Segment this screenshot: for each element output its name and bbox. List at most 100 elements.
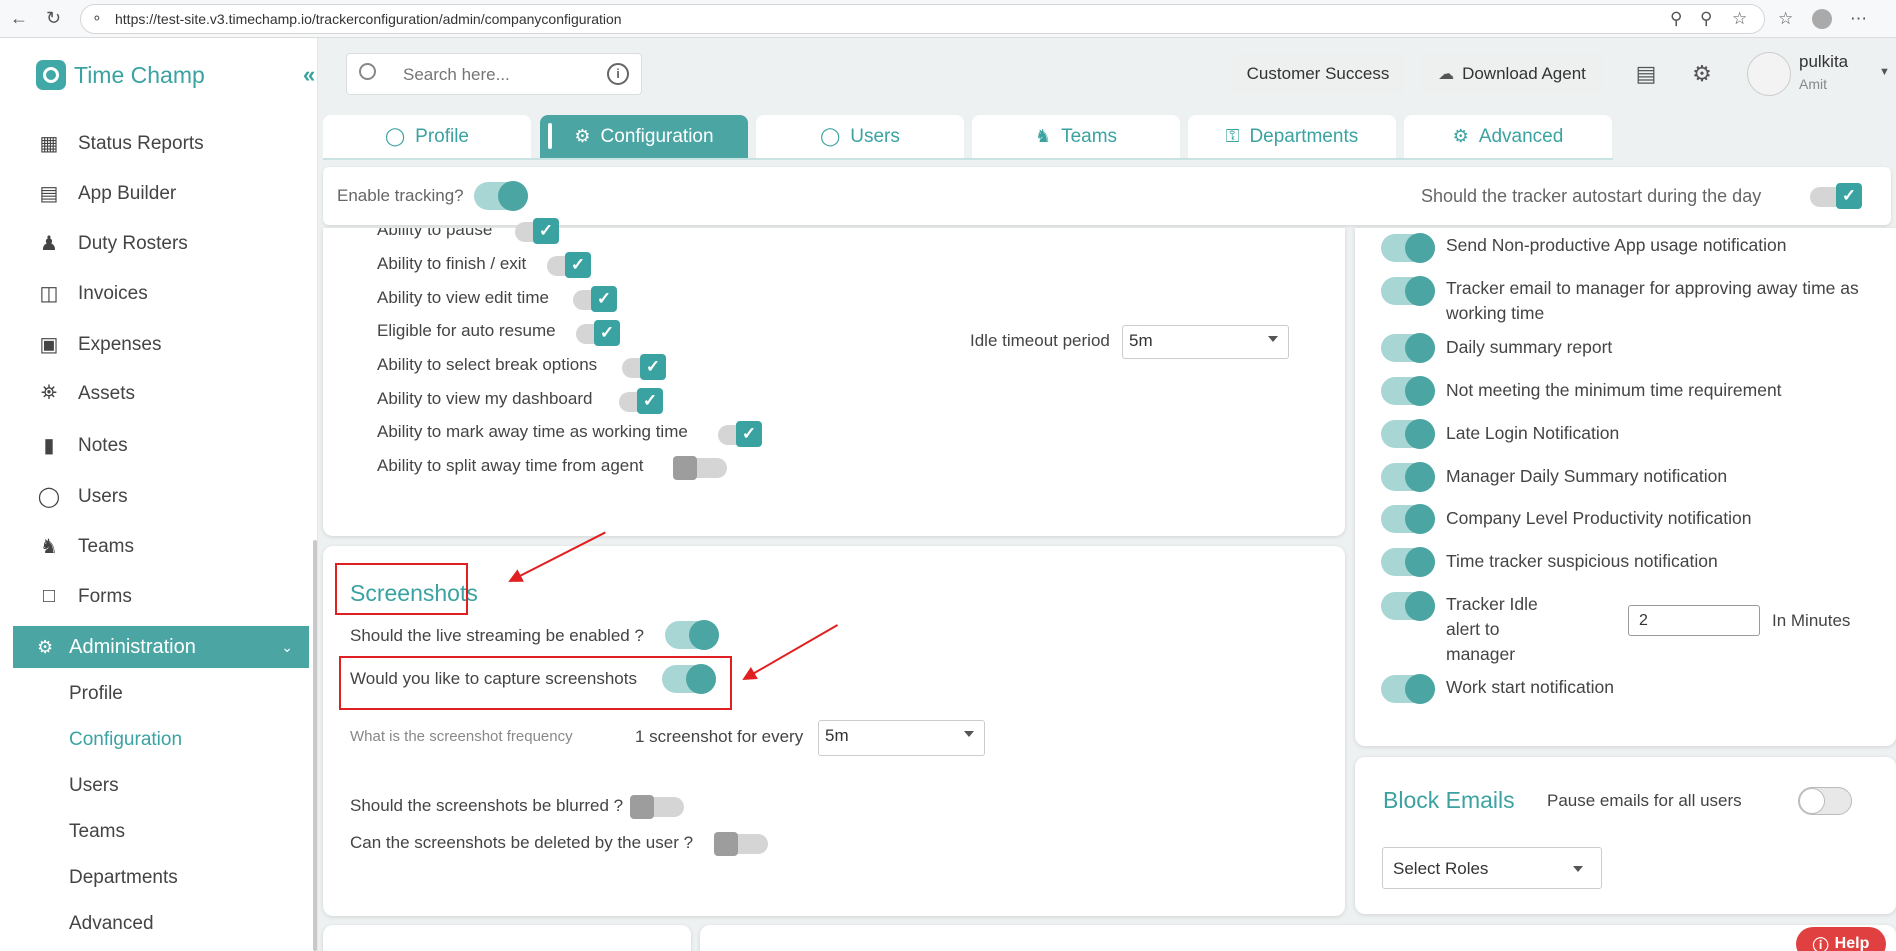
ability-auto-resume-toggle[interactable]: ✓ — [576, 320, 620, 346]
sidebar-item-invoices[interactable]: ◫ Invoices — [36, 281, 148, 306]
settings-icon[interactable]: ⚙ — [1686, 58, 1718, 90]
select-roles-dropdown[interactable]: Select Roles — [1382, 847, 1602, 889]
sidebar-subitem-teams[interactable]: Teams — [69, 821, 125, 843]
autostart-toggle[interactable]: ✓ — [1810, 183, 1862, 209]
sidebar-subitem-users[interactable]: Users — [69, 775, 119, 797]
notification-toggle[interactable] — [1381, 591, 1435, 621]
notification-toggle[interactable] — [1381, 547, 1435, 577]
block-emails-card: Block Emails Pause emails for all users … — [1355, 757, 1896, 914]
star-icon[interactable]: ☆ — [1732, 9, 1747, 29]
tab-profile[interactable]: ◯ Profile — [323, 115, 531, 158]
reload-icon[interactable]: ↻ — [46, 8, 61, 29]
sidebar-subitem-configuration[interactable]: Configuration — [69, 729, 182, 751]
sidebar-item-label: Status Reports — [78, 132, 204, 154]
sidebar-item-notes[interactable]: ▮ Notes — [36, 433, 128, 458]
search-box[interactable]: i — [346, 53, 642, 95]
abilities-card: Ability to pause ✓ Ability to finish / e… — [323, 218, 1345, 536]
key-icon[interactable]: ⚲ — [1670, 9, 1682, 29]
notification-toggle[interactable] — [1381, 376, 1435, 406]
tab-users[interactable]: ◯ Users — [756, 115, 964, 158]
notification-toggle[interactable] — [1381, 276, 1435, 306]
sidebar-subitem-profile[interactable]: Profile — [69, 683, 123, 705]
tab-configuration[interactable]: ⚙ Configuration — [540, 115, 748, 158]
teams-icon: ♞ — [1034, 126, 1052, 146]
sidebar-scrollbar[interactable] — [313, 540, 317, 951]
ability-row: Ability to split away time from agent — [377, 456, 643, 476]
idle-timeout-label: Idle timeout period — [970, 331, 1110, 350]
pause-emails-toggle[interactable] — [1798, 787, 1852, 815]
favorites-icon[interactable]: ☆ — [1778, 9, 1793, 29]
sidebar-item-status-reports[interactable]: ▦ Status Reports — [36, 131, 204, 156]
download-agent-button[interactable]: ☁ Download Agent — [1421, 54, 1603, 94]
document-icon[interactable]: ▤ — [1630, 58, 1662, 90]
help-button[interactable]: ⓘ Help — [1796, 927, 1886, 951]
duty-roster-icon: ♟ — [40, 233, 58, 255]
sidebar-item-assets[interactable]: ⛯ Assets — [36, 382, 135, 405]
gear-icon: ⚙ — [37, 636, 54, 657]
profile-avatar-icon[interactable] — [1812, 9, 1832, 29]
cloud-download-icon: ☁ — [1438, 66, 1455, 83]
notification-toggle[interactable] — [1381, 462, 1435, 492]
notification-toggle[interactable] — [1381, 419, 1435, 449]
ability-split-away-toggle[interactable] — [673, 456, 727, 480]
customer-success-button[interactable]: Customer Success — [1232, 54, 1404, 94]
sidebar-item-app-builder[interactable]: ▤ App Builder — [36, 181, 177, 206]
notification-toggle[interactable] — [1381, 674, 1435, 704]
deleted-toggle[interactable] — [714, 832, 768, 856]
notification-toggle[interactable] — [1381, 333, 1435, 363]
tracking-bar: Enable tracking? Should the tracker auto… — [323, 167, 1891, 225]
enable-tracking-toggle[interactable] — [474, 181, 528, 211]
user-icon: ◯ — [37, 486, 61, 508]
info-icon[interactable]: i — [607, 63, 629, 85]
ability-view-edit-time-toggle[interactable]: ✓ — [573, 286, 617, 312]
bank-icon: ⛯ — [41, 382, 57, 404]
help-label: Help — [1834, 935, 1870, 951]
address-bar[interactable]: ⚬ https://test-site.v3.timechamp.io/trac… — [80, 4, 1765, 34]
blurred-toggle[interactable] — [630, 795, 684, 819]
notification-toggle[interactable] — [1381, 233, 1435, 263]
sidebar-item-users[interactable]: ◯ Users — [36, 484, 128, 509]
sidebar-subitem-departments[interactable]: Departments — [69, 867, 178, 889]
sidebar-subitem-advanced[interactable]: Advanced — [69, 913, 154, 935]
sidebar-item-forms[interactable]: □ Forms — [36, 585, 132, 608]
search-input[interactable] — [403, 65, 583, 85]
ability-row: Ability to mark away time as working tim… — [377, 422, 688, 442]
tab-departments[interactable]: ⚿ Departments — [1188, 115, 1396, 158]
ability-label: Eligible for auto resume — [377, 321, 556, 340]
annotation-box-screenshots-title — [335, 563, 468, 615]
tab-label: Departments — [1249, 125, 1359, 147]
frequency-select[interactable]: 5m — [818, 720, 985, 756]
sidebar-item-duty-rosters[interactable]: ♟ Duty Rosters — [36, 231, 188, 256]
sidebar-item-label: Assets — [78, 382, 136, 404]
idle-alert-minutes-input[interactable] — [1628, 605, 1760, 636]
app-logo[interactable]: Time Champ — [36, 60, 205, 90]
back-icon[interactable]: ← — [10, 8, 28, 29]
collapse-sidebar-icon[interactable]: « — [303, 62, 315, 88]
teams-icon: ♞ — [40, 536, 58, 558]
wallet-icon: ▣ — [39, 334, 59, 356]
sidebar-item-expenses[interactable]: ▣ Expenses — [36, 332, 162, 357]
gears-icon: ⚙ — [574, 126, 591, 146]
ability-finish-toggle[interactable]: ✓ — [547, 252, 591, 278]
dashboard-icon: ▦ — [39, 133, 59, 155]
sidebar-item-label: Duty Rosters — [78, 232, 188, 254]
notification-toggle[interactable] — [1381, 504, 1435, 534]
timechamp-logo-icon — [36, 60, 66, 90]
ability-break-options-toggle[interactable]: ✓ — [622, 354, 666, 380]
notification-label: Tracker email to manager for approving a… — [1446, 278, 1859, 323]
more-icon[interactable]: ⋯ — [1850, 9, 1867, 29]
tab-teams[interactable]: ♞ Teams — [972, 115, 1180, 158]
live-streaming-toggle[interactable] — [665, 620, 719, 650]
sidebar-item-label: Notes — [78, 434, 128, 456]
tab-advanced[interactable]: ⚙ Advanced — [1404, 115, 1612, 158]
idle-timeout-select[interactable]: 5m — [1122, 325, 1289, 359]
select-roles-placeholder: Select Roles — [1393, 859, 1489, 878]
notification-label: Work start notification — [1446, 677, 1614, 697]
sidebar-item-teams[interactable]: ♞ Teams — [36, 534, 134, 559]
ability-view-dashboard-toggle[interactable]: ✓ — [619, 388, 663, 414]
ability-label: Ability to select break options — [377, 355, 598, 374]
sidebar-item-administration[interactable]: ⚙ Administration ⌄ — [13, 626, 309, 668]
zoom-icon[interactable]: ⚲ — [1700, 9, 1712, 29]
ability-mark-away-toggle[interactable]: ✓ — [718, 421, 762, 447]
ability-pause-toggle[interactable]: ✓ — [515, 218, 559, 244]
